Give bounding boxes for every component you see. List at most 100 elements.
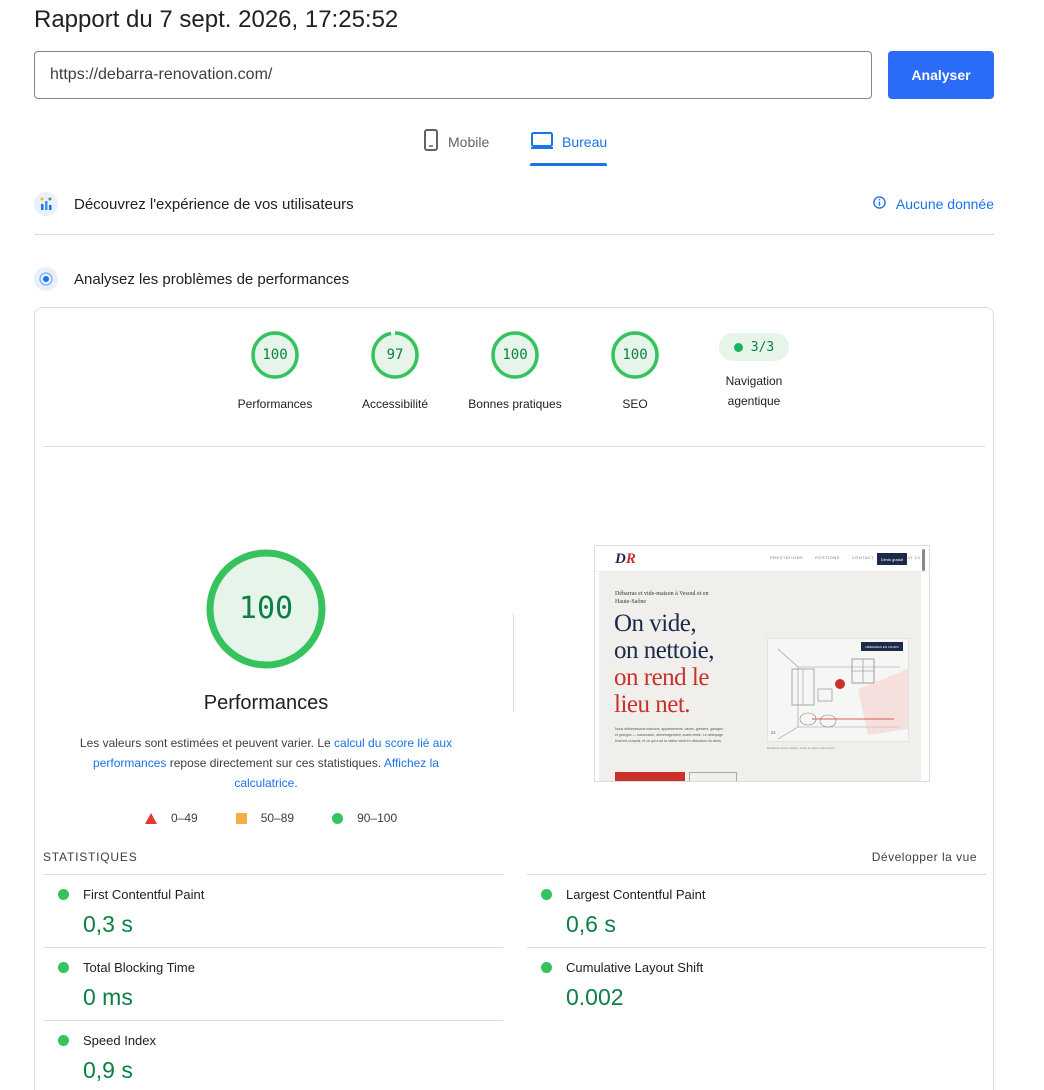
screenshot-scrollbar <box>922 549 925 571</box>
agentic-badge: 3/3 <box>719 333 789 361</box>
metric-name: Speed Index <box>83 1033 157 1048</box>
hero-primary-button <box>615 772 685 781</box>
metric-lcp: Largest Contentful Paint 0,6 s <box>527 874 986 947</box>
metric-speed-index: Speed Index 0,9 s <box>44 1020 503 1090</box>
illustration-stat: 22 <box>771 730 776 735</box>
metric-cls: Cumulative Layout Shift 0.002 <box>527 947 986 1020</box>
circle-icon <box>332 812 344 824</box>
desc-text-2: repose directement sur ces statistiques. <box>166 756 384 770</box>
legend-average: 50–89 <box>235 811 295 825</box>
gauge-agentic[interactable]: 3/3 Navigation agentique <box>699 321 809 411</box>
site-cta: Devis gratuit <box>877 553 907 565</box>
logo-d: D <box>615 551 626 567</box>
metric-tbt: Total Blocking Time 0 ms <box>44 947 503 1020</box>
site-nav-item: POSTIONS <box>815 555 840 560</box>
performance-gauge: 100 <box>205 548 327 670</box>
gauge-label: Accessibilité <box>361 397 429 411</box>
site-nav-item: PRESTATIONS <box>770 555 804 560</box>
logo-r: R <box>625 551 636 567</box>
hero-subtitle: Débarras et vide-maison à Vesoul et en H… <box>615 591 709 605</box>
gauge-bonnes-pratiques[interactable]: 100 Bonnes pratiques <box>460 330 570 414</box>
gauge-ring: 100 <box>610 330 660 380</box>
headline-line: On vide, <box>614 610 697 637</box>
gauge-seo[interactable]: 100 SEO <box>580 330 690 414</box>
gauge-label: SEO <box>622 397 648 411</box>
site-logo: DR <box>615 551 636 568</box>
lighthouse-icon <box>34 267 58 291</box>
desktop-icon <box>530 128 554 155</box>
hero-illustration <box>767 638 909 742</box>
gauge-label: Performances <box>237 397 313 411</box>
field-data-section: Découvrez l'expérience de vos utilisateu… <box>34 190 994 218</box>
tab-bureau-label: Bureau <box>562 134 608 150</box>
pass-dot-icon <box>58 1035 69 1046</box>
metric-name: First Contentful Paint <box>83 887 205 902</box>
report-title: Rapport du 7 sept. 2026, 17:25:52 <box>34 6 399 33</box>
legend-pass: 90–100 <box>332 811 397 825</box>
report-panel: 100 Performances 97 Accessibilité 100 Bo… <box>34 307 994 1090</box>
metric-value: 0 ms <box>83 984 133 1010</box>
gauge-ring: 97 <box>370 330 420 380</box>
square-icon <box>235 812 247 824</box>
illustration-tag: DÉBARRAS EN COURS <box>861 642 903 651</box>
agentic-value: 3/3 <box>750 339 775 355</box>
tab-mobile-label: Mobile <box>448 134 490 150</box>
metric-value: 0,9 s <box>83 1057 133 1083</box>
screenshot-header: DR PRESTATIONS POSTIONS CONTACT 06 44 67… <box>595 546 929 572</box>
gauge-ring: 100 <box>250 330 300 380</box>
pass-dot-icon <box>541 962 552 973</box>
metric-value: 0,3 s <box>83 911 133 937</box>
tab-bureau[interactable]: Bureau <box>530 128 608 166</box>
score-legend: 0–49 50–89 90–100 <box>145 811 435 825</box>
pass-dot-icon <box>733 342 743 352</box>
gauge-score: 100 <box>262 347 288 363</box>
legend-fail: 0–49 <box>145 811 198 825</box>
gauge-label: Bonnes pratiques <box>468 397 562 411</box>
users-chart-icon <box>34 192 58 216</box>
gauge-accessibilite[interactable]: 97 Accessibilité <box>340 330 450 414</box>
expand-view-link[interactable]: Développer la vue <box>872 850 977 864</box>
legend-range: 90–100 <box>357 811 398 825</box>
desc-text-1: Les valeurs sont estimées et peuvent var… <box>79 736 335 750</box>
tab-mobile[interactable]: Mobile <box>422 128 489 166</box>
legend-range: 50–89 <box>260 811 295 825</box>
info-icon <box>873 196 886 212</box>
pass-dot-icon <box>58 962 69 973</box>
metric-value: 0,6 s <box>566 911 616 937</box>
headline-line: on rend le <box>614 664 709 691</box>
no-data-label: Aucune donnée <box>895 196 994 212</box>
legend-range: 0–49 <box>171 811 198 825</box>
gauges-divider <box>43 446 985 447</box>
hero-paragraph: Nous débarrassons maisons, appartements,… <box>615 727 723 743</box>
gauge-score: 100 <box>502 347 528 363</box>
no-data-link[interactable]: Aucune donnée <box>873 196 994 212</box>
performance-description: Les valeurs sont estimées et peuvent var… <box>79 733 453 793</box>
gauge-score: 100 <box>622 347 648 363</box>
gauge-ring: 100 <box>490 330 540 380</box>
stats-title: STATISTIQUES <box>43 850 138 864</box>
vertical-divider <box>513 614 514 712</box>
field-data-title: Découvrez l'expérience de vos utilisateu… <box>74 195 354 213</box>
performance-label: Performances <box>203 692 329 714</box>
hero-secondary-button <box>689 772 737 781</box>
active-tab-indicator <box>530 163 608 166</box>
metric-name: Total Blocking Time <box>83 960 195 975</box>
gauge-label: Navigation agentique <box>725 374 783 408</box>
pass-dot-icon <box>541 889 552 900</box>
metric-value: 0.002 <box>566 984 624 1010</box>
metric-fcp: First Contentful Paint 0,3 s <box>44 874 503 947</box>
final-screenshot[interactable]: DR PRESTATIONS POSTIONS CONTACT 06 44 67… <box>594 545 930 782</box>
gauge-score: 97 <box>386 347 404 363</box>
analyze-button[interactable]: Analyser <box>888 51 994 99</box>
pass-dot-icon <box>58 889 69 900</box>
gauge-performances[interactable]: 100 Performances <box>220 330 330 414</box>
site-nav-item: CONTACT <box>851 555 875 560</box>
url-input[interactable] <box>34 51 872 99</box>
headline-line: lieu net. <box>614 691 691 718</box>
performance-score: 100 <box>238 591 294 626</box>
hero-headline: On vide, on nettoie, on rend le lieu net… <box>614 610 715 718</box>
category-gauges: 100 Performances 97 Accessibilité 100 Bo… <box>35 308 993 448</box>
section-divider <box>34 234 994 235</box>
headline-line: on nettoie, <box>614 637 715 664</box>
lab-data-title: Analysez les problèmes de performances <box>74 270 350 288</box>
